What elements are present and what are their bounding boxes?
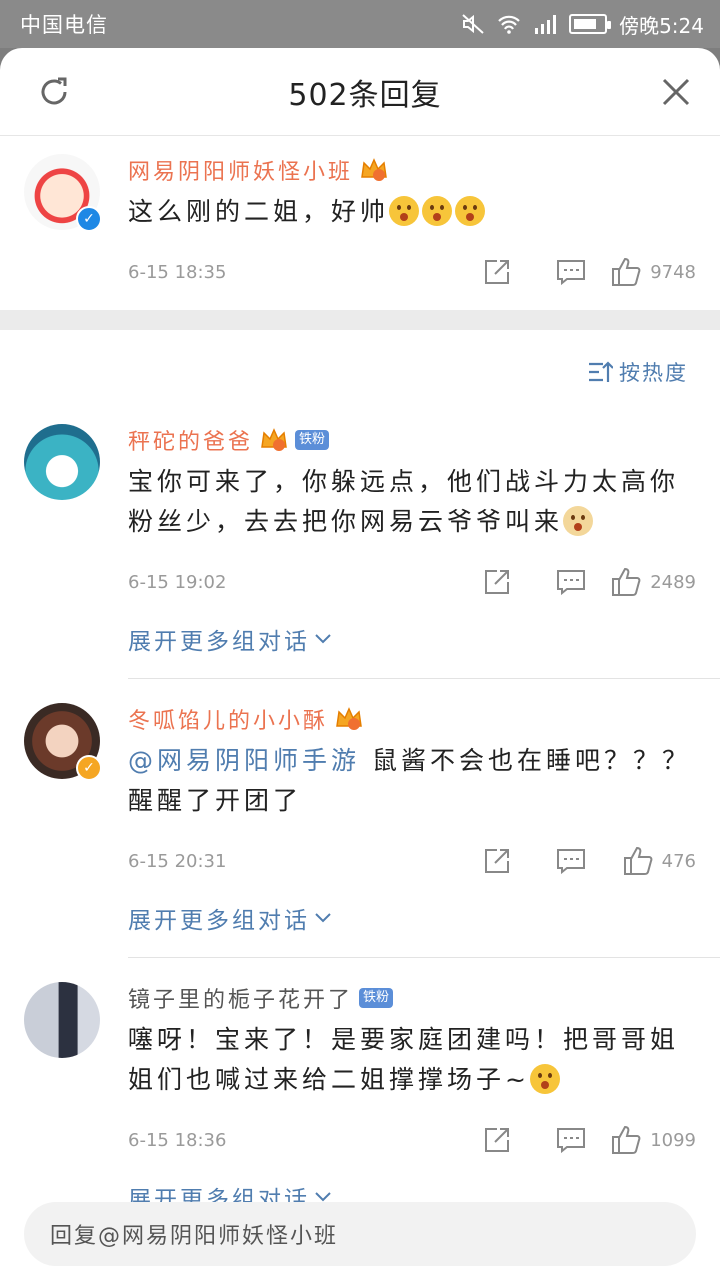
- chevron-down-icon: [315, 634, 331, 644]
- sort-toggle[interactable]: 按热度: [0, 330, 720, 414]
- shocked-face-emoji-icon: [422, 196, 453, 226]
- wifi-icon: [498, 15, 520, 34]
- reply-button[interactable]: [534, 258, 608, 286]
- sort-label: 按热度: [619, 361, 688, 385]
- comment-date: 6-15 18:36: [128, 1129, 227, 1151]
- shocked-face-emoji-icon: [389, 196, 420, 226]
- scared-face-emoji-icon: [529, 1064, 560, 1094]
- comment-date: 6-15 20:31: [128, 850, 227, 872]
- crown-icon: [336, 707, 362, 730]
- reply-placeholder: 回复@网易阴阳师妖怪小班: [50, 1224, 339, 1249]
- like-button[interactable]: 2489: [608, 566, 696, 598]
- comment-icon: [557, 849, 585, 875]
- expand-label: 展开更多组对话: [128, 629, 310, 655]
- comment-text: 宝你可来了，你躲远点，他们战斗力太高你粉丝少，去去把你网易云爷爷叫来: [128, 462, 696, 542]
- list-item: 秤砣的爸爸 铁粉 宝你可来了，你躲远点，他们战斗力太高你粉丝少，去去把你网易云爷…: [0, 414, 720, 656]
- comment-date: 6-15 19:02: [128, 571, 227, 593]
- avatar[interactable]: [24, 982, 100, 1058]
- fan-badge: 铁粉: [359, 988, 394, 1008]
- comment-icon: [557, 570, 585, 596]
- share-icon: [485, 570, 509, 594]
- verified-badge-icon: ✓: [76, 206, 102, 232]
- mention-link[interactable]: @网易阴阳师手游: [128, 746, 360, 775]
- expand-thread-link[interactable]: 展开更多组对话: [128, 622, 696, 656]
- close-icon: [662, 78, 690, 105]
- sort-icon: [589, 361, 613, 382]
- mute-icon: [462, 14, 484, 34]
- like-button[interactable]: 9748: [608, 256, 696, 288]
- pinned-comment: ✓ 网易阴阳师妖怪小班 这么刚的二姐，好帅 6-15 18:35 9748: [0, 136, 720, 310]
- list-item: 镜子里的栀子花开了 铁粉 噻呀！宝来了！是要家庭团建吗！把哥哥姐姐们也喊过来给二…: [0, 958, 720, 1214]
- list-item: ✓ 冬呱馅儿的小小酥 @网易阴阳师手游 鼠酱不会也在睡吧？？？醒醒了开团了 6-…: [0, 679, 720, 935]
- username[interactable]: 镜子里的栀子花开了: [128, 982, 353, 1014]
- comment-text-content: 噻呀！宝来了！是要家庭团建吗！把哥哥姐姐们也喊过来给二姐撑撑场子~: [128, 1025, 680, 1094]
- fan-badge: 铁粉: [295, 430, 330, 450]
- expand-label: 展开更多组对话: [128, 908, 310, 934]
- expand-thread-link[interactable]: 展开更多组对话: [128, 901, 696, 935]
- avatar[interactable]: ✓: [24, 154, 102, 232]
- doge-emoji-icon: [563, 506, 594, 536]
- share-button[interactable]: [460, 847, 534, 875]
- like-count: 476: [661, 850, 696, 872]
- reply-button[interactable]: [534, 1126, 608, 1154]
- carrier-label: 中国电信: [20, 13, 108, 37]
- page-title: 502条回复: [288, 77, 442, 113]
- comment-text-content: 宝你可来了，你躲远点，他们战斗力太高你粉丝少，去去把你网易云爷爷叫来: [128, 467, 680, 536]
- comment-text-content: 这么刚的二姐，好帅: [128, 197, 390, 226]
- comment-text: 这么刚的二姐，好帅: [128, 192, 696, 232]
- sheet-header: 502条回复: [0, 48, 720, 136]
- username[interactable]: 秤砣的爸爸: [128, 424, 253, 456]
- signal-icon: [535, 15, 557, 34]
- like-button[interactable]: 1099: [608, 1124, 696, 1156]
- like-button[interactable]: 476: [608, 845, 696, 877]
- crown-icon: [261, 428, 287, 451]
- thumbs-up-icon: [612, 567, 641, 596]
- shocked-face-emoji-icon: [455, 196, 486, 226]
- comment-text: @网易阴阳师手游 鼠酱不会也在睡吧？？？醒醒了开团了: [128, 741, 696, 821]
- battery-icon: [569, 14, 612, 34]
- share-icon: [485, 849, 509, 873]
- thumbs-up-icon: [612, 257, 641, 286]
- clock: 傍晚5:24: [619, 13, 704, 38]
- share-button[interactable]: [460, 1126, 534, 1154]
- share-button[interactable]: [460, 258, 534, 286]
- section-divider: [0, 310, 720, 330]
- reply-button[interactable]: [534, 847, 608, 875]
- status-bar: 中国电信 傍晚5:24: [0, 0, 720, 48]
- comment-date: 6-15 18:35: [128, 261, 227, 283]
- like-count: 2489: [650, 571, 696, 593]
- refresh-icon: [41, 77, 67, 104]
- share-button[interactable]: [460, 568, 534, 596]
- thumbs-up-icon: [623, 846, 653, 875]
- share-icon: [485, 1128, 509, 1152]
- reply-input[interactable]: 回复@网易阴阳师妖怪小班: [24, 1202, 696, 1266]
- crown-icon: [361, 158, 387, 181]
- thumbs-up-icon: [612, 1125, 641, 1154]
- comment-icon: [557, 1128, 585, 1154]
- avatar[interactable]: ✓: [24, 703, 102, 781]
- like-count: 9748: [650, 261, 696, 283]
- reply-button[interactable]: [534, 568, 608, 596]
- chevron-down-icon: [315, 913, 331, 923]
- comment-text: 噻呀！宝来了！是要家庭团建吗！把哥哥姐姐们也喊过来给二姐撑撑场子~: [128, 1020, 696, 1100]
- refresh-button[interactable]: [34, 72, 74, 112]
- username[interactable]: 冬呱馅儿的小小酥: [128, 703, 328, 735]
- comment-icon: [557, 260, 585, 286]
- avatar[interactable]: [24, 424, 100, 500]
- replies-sheet: 502条回复 ✓ 网易阴阳师妖怪小班 这么刚的二姐，好帅 6-15 18:35: [0, 48, 720, 1280]
- username[interactable]: 网易阴阳师妖怪小班: [128, 154, 353, 186]
- like-count: 1099: [650, 1129, 696, 1151]
- close-button[interactable]: [656, 72, 696, 112]
- verified-badge-icon: ✓: [76, 755, 102, 781]
- share-icon: [485, 260, 509, 284]
